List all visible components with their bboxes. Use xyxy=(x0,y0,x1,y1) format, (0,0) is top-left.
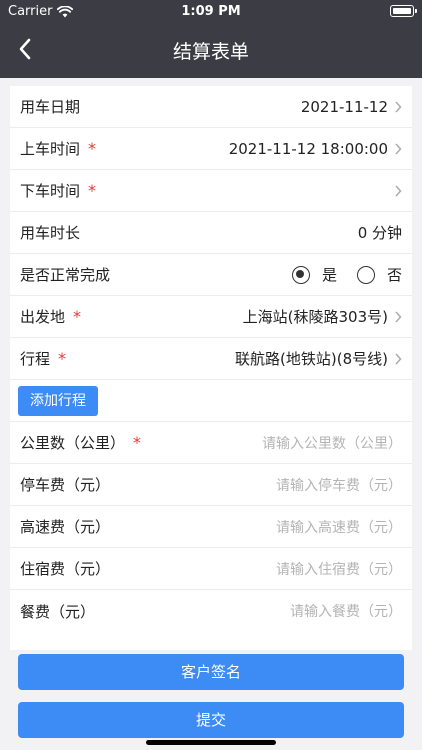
trip-label: 行程 xyxy=(20,350,51,368)
duration-row: 用车时长 0 分钟 xyxy=(10,212,412,254)
add-trip-button[interactable]: 添加行程 xyxy=(18,385,98,416)
completed-label: 是否正常完成 xyxy=(20,266,111,284)
lodging-fee-input[interactable]: 请输入住宿费（元） xyxy=(276,559,402,579)
chevron-right-icon xyxy=(395,310,402,323)
required-mark: * xyxy=(58,349,67,368)
duration-value: 0 分钟 xyxy=(357,224,402,242)
highway-fee-label: 高速费（元） xyxy=(20,518,111,536)
trip-row[interactable]: 行程 * 联航路(地铁站)(8号线) xyxy=(10,338,412,380)
add-trip-row: 添加行程 xyxy=(10,380,412,422)
lodging-fee-row[interactable]: 住宿费（元） 请输入住宿费（元） xyxy=(10,548,412,590)
date-value: 2021-11-12 xyxy=(300,97,388,116)
battery-icon xyxy=(390,5,417,17)
mileage-row[interactable]: 公里数（公里） * 请输入公里数（公里） xyxy=(10,422,412,464)
radio-yes-label[interactable]: 是 xyxy=(322,264,337,285)
status-time: 1:09 PM xyxy=(181,4,241,19)
chevron-right-icon xyxy=(395,352,402,365)
mileage-label: 公里数（公里） xyxy=(20,434,126,452)
departure-row[interactable]: 出发地 * 上海站(秣陵路303号) xyxy=(10,296,412,338)
date-row[interactable]: 用车日期 2021-11-12 xyxy=(10,86,412,128)
highway-fee-row[interactable]: 高速费（元） 请输入高速费（元） xyxy=(10,506,412,548)
chevron-right-icon xyxy=(395,184,402,197)
submit-button[interactable]: 提交 xyxy=(18,702,404,738)
header: Carrier 1:09 PM 结算表单 xyxy=(0,0,422,78)
duration-label: 用车时长 xyxy=(20,224,81,242)
pickup-time-row[interactable]: 上车时间 * 2021-11-12 18:00:00 xyxy=(10,128,412,170)
parking-fee-label: 停车费（元） xyxy=(20,476,111,494)
pickup-time-value: 2021-11-12 18:00:00 xyxy=(228,139,388,158)
required-mark: * xyxy=(88,181,97,200)
departure-label: 出发地 xyxy=(20,308,66,326)
meal-fee-label: 餐费（元） xyxy=(20,602,96,621)
radio-yes[interactable] xyxy=(291,265,310,284)
nav-bar: 结算表单 xyxy=(0,22,422,78)
lodging-fee-label: 住宿费（元） xyxy=(20,560,111,578)
chevron-right-icon xyxy=(395,142,402,155)
required-mark: * xyxy=(133,433,142,452)
highway-fee-input[interactable]: 请输入高速费（元） xyxy=(276,517,402,537)
required-mark: * xyxy=(73,307,82,326)
meal-fee-row[interactable]: 餐费（元） 请输入餐费（元） xyxy=(10,590,412,632)
completed-row: 是否正常完成 是 否 xyxy=(10,254,412,296)
departure-value: 上海站(秣陵路303号) xyxy=(242,308,388,326)
date-label: 用车日期 xyxy=(20,98,81,116)
home-indicator xyxy=(146,740,276,745)
meal-fee-input[interactable]: 请输入餐费（元） xyxy=(290,601,402,621)
chevron-right-icon xyxy=(395,100,402,113)
page-title: 结算表单 xyxy=(172,41,249,63)
completed-radio-group: 是 否 xyxy=(291,264,402,285)
radio-no[interactable] xyxy=(356,265,375,284)
radio-no-label[interactable]: 否 xyxy=(387,264,402,285)
status-bar: Carrier 1:09 PM xyxy=(0,0,422,22)
parking-fee-input[interactable]: 请输入停车费（元） xyxy=(276,475,402,495)
required-mark: * xyxy=(88,139,97,158)
settlement-form: 用车日期 2021-11-12 上车时间 * 2021-11-12 18:00:… xyxy=(10,86,412,650)
customer-signature-button[interactable]: 客户签名 xyxy=(18,654,404,690)
parking-fee-row[interactable]: 停车费（元） 请输入停车费（元） xyxy=(10,464,412,506)
dropoff-time-row[interactable]: 下车时间 * xyxy=(10,170,412,212)
mileage-input[interactable]: 请输入公里数（公里） xyxy=(262,433,402,453)
pickup-time-label: 上车时间 xyxy=(20,140,81,158)
dropoff-time-label: 下车时间 xyxy=(20,182,81,200)
trip-value: 联航路(地铁站)(8号线) xyxy=(235,350,388,368)
